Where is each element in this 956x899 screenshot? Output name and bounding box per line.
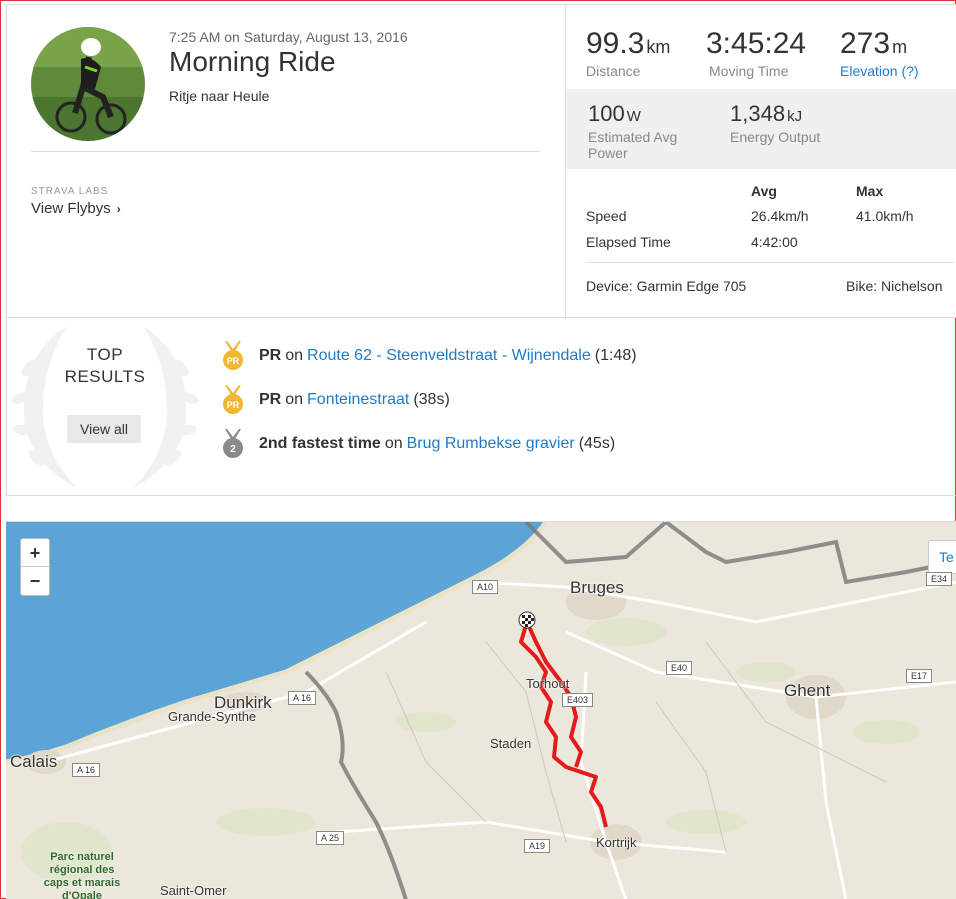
terrain-toggle-button[interactable]: Te (928, 540, 956, 574)
map-label-bruges: Bruges (570, 578, 624, 597)
athlete-avatar[interactable] (31, 27, 145, 141)
power-label: Estimated Avg Power (588, 129, 678, 161)
road-shield: A 16 (72, 763, 101, 777)
energy-label: Energy Output (730, 129, 821, 145)
map-label-ghent: Ghent (784, 681, 831, 700)
view-all-button[interactable]: View all (67, 415, 141, 443)
activity-timestamp: 7:25 AM on Saturday, August 13, 2016 (169, 29, 408, 45)
view-flybys-link[interactable]: View Flybys › (31, 200, 121, 217)
distance-value: 99.3 (586, 27, 645, 60)
elapsed-time-label: Elapsed Time (586, 234, 671, 250)
top-results-title: TOP RESULTS (7, 344, 203, 388)
table-header-avg: Avg (751, 183, 777, 199)
achievement-on: on (384, 435, 403, 452)
zoom-controls: + − (20, 538, 50, 596)
achievement-item: 2 2nd fastest time on Brug Rumbekse grav… (221, 429, 615, 459)
elapsed-time-value: 4:42:00 (751, 234, 798, 250)
moving-time-value: 3:45:24 (706, 27, 807, 60)
secondary-stats: 100 W Estimated Avg Power 1,348 kJ Energy … (566, 89, 956, 169)
map-label-staden: Staden (490, 736, 532, 751)
table-header-max: Max (856, 183, 884, 199)
stats-panel: 99.3 km Distance 3:45:24 Moving Time 273 m… (565, 5, 956, 319)
map-label-park: Parc naturel régional des caps et marais… (43, 851, 121, 899)
map-label-calais: Calais (10, 752, 58, 771)
strava-labs-label: STRAVA LABS (31, 186, 109, 197)
stat-distance: 99.3 km Distance (586, 27, 670, 79)
achievement-on: on (285, 347, 304, 364)
pr-medal-icon: PR (223, 341, 243, 370)
power-unit: W (626, 108, 641, 125)
map-label-kortrijk: Kortrijk (596, 835, 637, 850)
segment-link[interactable]: Route 62 - Steenveldstraat - Wijnendale (307, 347, 591, 365)
map-label-saint-omer: Saint-Omer (160, 883, 227, 898)
road-shield: E17 (906, 669, 933, 683)
elevation-unit: m (892, 37, 908, 57)
svg-text:2: 2 (230, 444, 236, 455)
speed-avg: 26.4km/h (751, 208, 809, 224)
stat-power: 100 W Estimated Avg Power (588, 101, 698, 161)
power-value: 100 (588, 101, 625, 126)
road-shield: A10 (472, 580, 499, 594)
stat-moving-time: 3:45:24 Moving Time (706, 27, 806, 79)
speed-label: Speed (586, 208, 627, 224)
view-flybys-label: View Flybys (31, 200, 111, 217)
segment-time: (1:48) (594, 347, 637, 364)
road-shield: A 16 (288, 691, 317, 705)
route-map[interactable]: + − Te Bruges Ghent Dunkirk Grande-Synth… (6, 521, 956, 899)
achievement-item: PR PR on Fonteinestraat (38s) (221, 385, 450, 415)
segment-link[interactable]: Brug Rumbekse gravier (407, 435, 575, 453)
map-label-grande-synthe: Grande-Synthe (168, 709, 257, 724)
distance-unit: km (646, 37, 671, 57)
achievement-type: PR (259, 347, 282, 364)
chevron-right-icon: › (116, 202, 121, 216)
top-results: TOP RESULTS View all PR PR on Route 62 -… (6, 318, 956, 496)
road-shield: A 25 (316, 831, 345, 845)
activity-title: Morning Ride (169, 46, 336, 77)
road-shield: E403 (562, 693, 594, 707)
zoom-out-button[interactable]: − (21, 567, 49, 595)
elevation-help-link[interactable]: Elevation (?) (840, 63, 919, 79)
map-canvas (6, 522, 956, 899)
achievement-item: PR PR on Route 62 - Steenveldstraat - Wi… (221, 341, 637, 371)
zoom-in-button[interactable]: + (21, 539, 49, 567)
divider (586, 262, 954, 263)
road-shield: E34 (926, 572, 953, 586)
segment-time: (38s) (413, 391, 450, 408)
second-place-medal-icon: 2 (223, 429, 243, 458)
device-info: Device: Garmin Edge 705 (586, 278, 747, 294)
energy-value: 1,348 (730, 101, 786, 126)
achievement-type: PR (259, 391, 282, 408)
elevation-value: 273 (840, 27, 891, 60)
map-label-torhout: Torhout (526, 676, 570, 691)
top-results-title-line1: TOP (86, 345, 124, 364)
divider (31, 151, 540, 152)
svg-text:PR: PR (227, 356, 240, 366)
moving-time-label: Moving Time (709, 63, 789, 79)
stat-elevation: 273 m Elevation (?) (840, 27, 919, 79)
road-shield: A19 (524, 839, 551, 853)
top-results-title-line2: RESULTS (64, 367, 146, 386)
segment-link[interactable]: Fonteinestraat (307, 391, 409, 409)
achievement-type: 2nd fastest time (259, 435, 381, 452)
energy-unit: kJ (787, 108, 803, 125)
activity-description: Ritje naar Heule (169, 88, 270, 104)
pr-medal-icon: PR (223, 385, 243, 414)
segment-time: (45s) (578, 435, 616, 452)
road-shield: E40 (666, 661, 693, 675)
speed-max: 41.0km/h (856, 208, 914, 224)
svg-text:PR: PR (227, 400, 240, 410)
bike-info: Bike: Nichelson (846, 278, 943, 294)
achievement-on: on (285, 391, 304, 408)
distance-label: Distance (586, 63, 641, 79)
stat-energy: 1,348 kJ Energy Output (730, 101, 820, 145)
activity-header: 7:25 AM on Saturday, August 13, 2016 Mor… (6, 4, 956, 319)
